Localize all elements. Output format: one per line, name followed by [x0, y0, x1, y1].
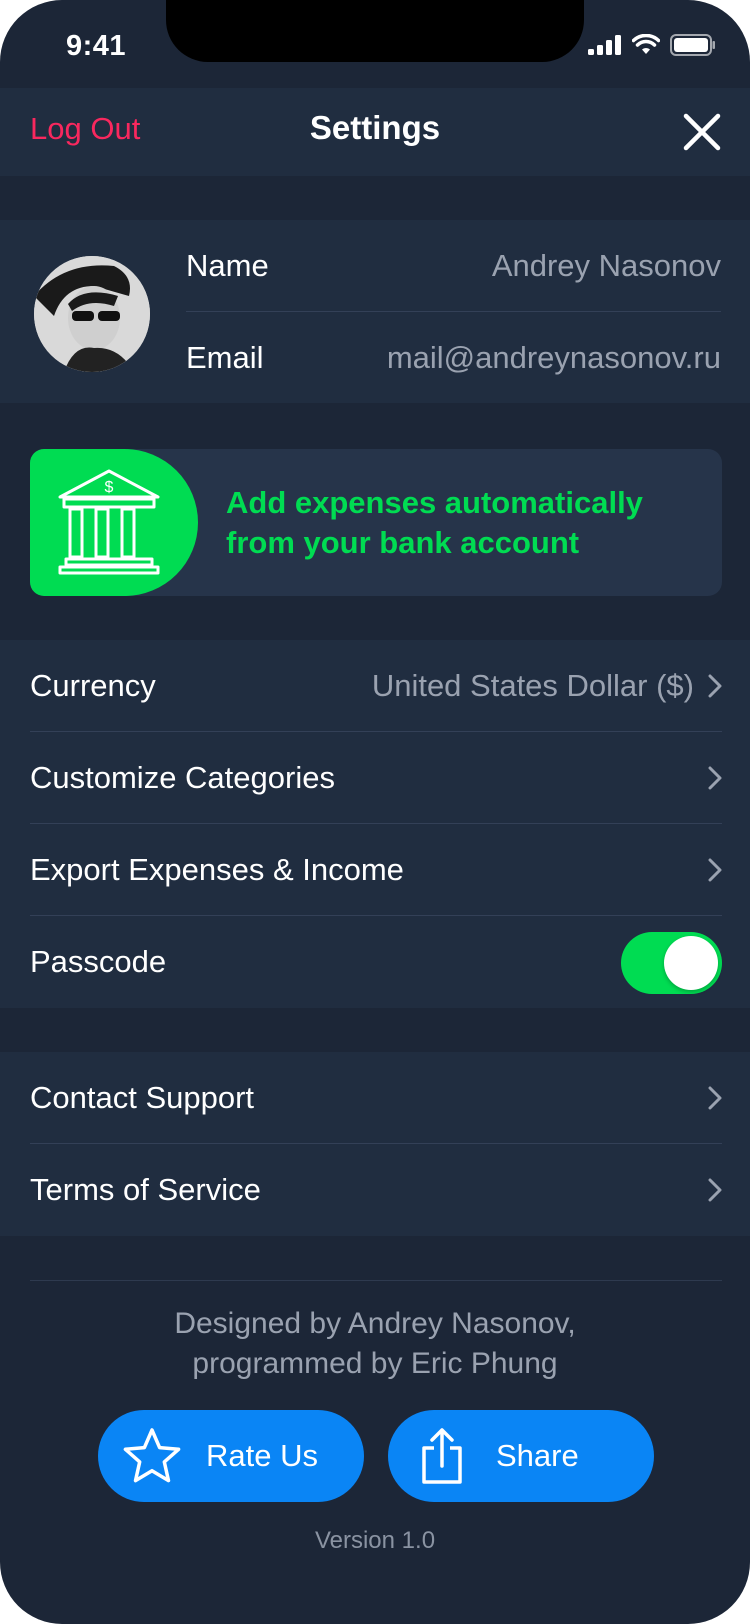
chevron-right-icon	[708, 1086, 722, 1110]
bank-icon: $	[58, 469, 160, 575]
name-label: Name	[186, 248, 269, 283]
passcode-toggle[interactable]	[621, 932, 722, 994]
share-label: Share	[496, 1438, 579, 1473]
star-icon	[123, 1428, 181, 1483]
page-title: Settings	[309, 109, 441, 146]
terms-row[interactable]: Terms of Service	[30, 1144, 722, 1236]
profile-email-row: Email mail@andreynasonov.ru	[186, 312, 721, 404]
bank-icon-background: $	[30, 449, 198, 596]
chevron-right-icon	[708, 766, 722, 790]
chevron-right-icon	[708, 858, 722, 882]
currency-value: United States Dollar ($)	[371, 668, 694, 703]
credits-line1: Designed by Andrey Nasonov,	[174, 1307, 576, 1340]
version-label: Version 1.0	[314, 1527, 436, 1554]
bank-connect-card[interactable]: $ Add expenses automatically from your b…	[30, 449, 722, 596]
wifi-icon	[632, 34, 660, 54]
currency-label: Currency	[30, 668, 156, 703]
passcode-row: Passcode	[30, 916, 722, 1008]
status-time: 9:41	[66, 30, 127, 62]
battery-icon	[670, 34, 715, 56]
credits-line2: programmed by Eric Phung	[192, 1347, 558, 1380]
share-button[interactable]: Share	[388, 1410, 654, 1502]
name-value[interactable]: Andrey Nasonov	[492, 248, 721, 284]
device-notch	[166, 0, 584, 62]
email-value[interactable]: mail@andreynasonov.ru	[387, 340, 721, 376]
email-label: Email	[186, 340, 264, 375]
close-icon[interactable]	[678, 108, 726, 156]
currency-row[interactable]: Currency United States Dollar ($)	[30, 640, 722, 732]
settings-list: Currency United States Dollar ($) Custom…	[0, 640, 750, 1008]
svg-text:$: $	[105, 479, 114, 496]
export-label: Export Expenses & Income	[30, 852, 404, 887]
chevron-right-icon	[708, 1178, 722, 1202]
profile-name-row: Name Andrey Nasonov	[186, 220, 721, 312]
footer-divider	[30, 1280, 722, 1281]
credits: Designed by Andrey Nasonov, programmed b…	[0, 1304, 750, 1384]
avatar[interactable]	[34, 256, 150, 372]
rate-us-button[interactable]: Rate Us	[98, 1410, 364, 1502]
export-row[interactable]: Export Expenses & Income	[30, 824, 722, 916]
signal-icon	[588, 35, 621, 55]
support-list: Contact Support Terms of Service	[0, 1052, 750, 1236]
profile-section: Name Andrey Nasonov Email mail@andreynas…	[0, 220, 750, 403]
chevron-right-icon	[708, 674, 722, 698]
toggle-knob	[664, 936, 718, 990]
rate-us-label: Rate Us	[206, 1438, 318, 1473]
status-icons	[588, 34, 716, 56]
customize-categories-row[interactable]: Customize Categories	[30, 732, 722, 824]
passcode-label: Passcode	[30, 944, 167, 979]
contact-support-label: Contact Support	[30, 1080, 255, 1115]
settings-screen: 9:41 Log Out Settings Name Andrey Nasono…	[0, 0, 750, 1624]
terms-label: Terms of Service	[30, 1172, 261, 1207]
bank-text-line2: from your bank account	[226, 525, 580, 560]
bank-connect-text: Add expenses automatically from your ban…	[226, 483, 643, 563]
share-icon	[422, 1428, 462, 1484]
categories-label: Customize Categories	[30, 760, 335, 795]
bank-text-line1: Add expenses automatically	[226, 485, 643, 520]
contact-support-row[interactable]: Contact Support	[30, 1052, 722, 1144]
nav-bar: Log Out Settings	[0, 88, 750, 176]
